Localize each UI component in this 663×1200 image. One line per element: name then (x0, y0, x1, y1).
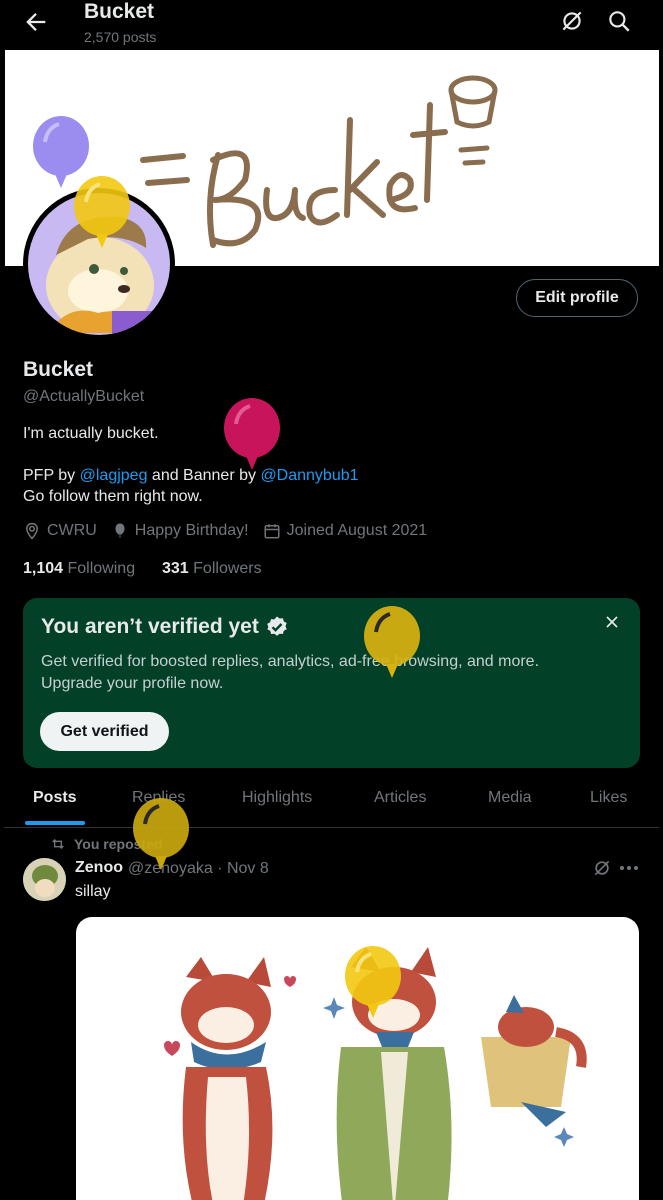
verification-title-text: You aren’t verified yet (41, 615, 259, 638)
profile-bio: I'm actually bucket. PFP by @lagjpeg and… (23, 423, 583, 507)
close-icon[interactable] (602, 612, 622, 632)
tab-posts[interactable]: Posts (33, 789, 77, 807)
profile-name: Bucket (23, 358, 94, 381)
birthday: Happy Birthday! (111, 522, 249, 540)
grok-icon[interactable] (592, 858, 612, 878)
verified-badge-icon (267, 616, 287, 636)
post-author-name[interactable]: Zenoo (75, 859, 123, 877)
verification-title: You aren’t verified yet (41, 615, 289, 639)
bio-line: Go follow them right now. (23, 488, 203, 505)
calendar-icon (264, 524, 280, 539)
repost-icon (52, 839, 64, 849)
bio-text: PFP by (23, 467, 80, 484)
tab-highlights[interactable]: Highlights (242, 789, 312, 807)
balloon-magenta-icon (224, 398, 280, 470)
post-author-avatar[interactable] (23, 858, 66, 901)
tab-articles[interactable]: Articles (374, 789, 426, 807)
profile-handle: @ActuallyBucket (23, 388, 145, 405)
grok-icon[interactable] (559, 8, 585, 34)
birthday-text: Happy Birthday! (134, 522, 249, 539)
active-tab-indicator (25, 821, 85, 825)
search-icon[interactable] (606, 8, 632, 34)
post-text: sillay (75, 883, 111, 900)
location-text: CWRU (47, 522, 97, 539)
pfp-artist-link[interactable]: @lagjpeg (80, 467, 148, 484)
profile-tabs: Posts Replies Highlights Articles Media … (4, 773, 659, 828)
page-title: Bucket (84, 0, 155, 23)
tab-likes[interactable]: Likes (590, 789, 627, 807)
balloon-yellow-icon (133, 798, 189, 870)
balloon-icon (115, 523, 125, 539)
following-count: 1,104 (23, 560, 64, 577)
followers-count: 331 (162, 560, 189, 577)
verification-description: Get verified for boosted replies, analyt… (41, 653, 540, 692)
verification-card: You aren’t verified yet Get verified for… (23, 598, 640, 768)
joined-date: Joined August 2021 (263, 522, 428, 540)
profile-meta: CWRU Happy Birthday! Joined August 2021 (23, 522, 441, 540)
follow-stats: 1,104 Following 331 Followers (23, 560, 262, 578)
balloon-yellow-icon (74, 176, 130, 248)
bio-credits: PFP by @lagjpeg and Banner by @Dannybub1 (23, 465, 583, 486)
location: CWRU (23, 522, 97, 540)
bio-line: I'm actually bucket. (23, 425, 159, 442)
balloon-yellow-icon (345, 946, 401, 1018)
joined-text: Joined August 2021 (286, 522, 428, 539)
post-count: 2,570 posts (84, 29, 157, 45)
location-pin-icon (25, 522, 39, 540)
following-link[interactable]: 1,104 Following (23, 560, 135, 577)
more-options-icon[interactable] (618, 860, 640, 876)
tab-media[interactable]: Media (488, 789, 532, 807)
balloon-yellow-icon (364, 606, 420, 678)
followers-link[interactable]: 331 Followers (162, 560, 262, 577)
get-verified-button[interactable]: Get verified (40, 712, 169, 751)
followers-label: Followers (193, 560, 262, 577)
top-bar: Bucket 2,570 posts (4, 0, 659, 50)
following-label: Following (67, 560, 136, 577)
edit-profile-button[interactable]: Edit profile (516, 279, 638, 317)
back-arrow-icon[interactable] (22, 8, 50, 36)
